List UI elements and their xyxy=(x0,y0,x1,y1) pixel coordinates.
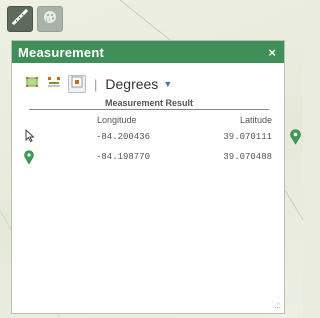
distance-icon xyxy=(47,75,61,94)
measure-tool-button[interactable] xyxy=(7,6,33,32)
map-marker-pin-icon[interactable] xyxy=(290,129,301,150)
row-1-latitude: 39.070111 xyxy=(223,132,272,142)
row-2-longitude: -84.198770 xyxy=(96,152,151,162)
panel-title: Measurement xyxy=(18,44,105,60)
result-header: Measurement Result xyxy=(29,98,269,110)
measurement-panel: Measurement × | Degrees ▼ Measurement Re… xyxy=(11,40,285,314)
map-toolbar xyxy=(7,6,63,32)
close-button[interactable]: × xyxy=(268,45,276,60)
area-tool-button[interactable] xyxy=(24,76,40,92)
resize-handle[interactable]: .:: xyxy=(274,301,281,310)
location-tool-button[interactable] xyxy=(68,75,86,93)
panel-header: Measurement × xyxy=(12,41,284,63)
measurement-tools: | Degrees ▼ xyxy=(24,75,172,93)
location-icon xyxy=(70,75,84,94)
map-pin-icon xyxy=(24,150,34,168)
unit-label: Degrees xyxy=(105,76,159,92)
palette-icon xyxy=(42,9,58,30)
chevron-down-icon: ▼ xyxy=(163,79,173,89)
latitude-column-header: Latitude xyxy=(239,115,272,125)
toolbar-separator: | xyxy=(94,76,98,92)
distance-tool-button[interactable] xyxy=(46,76,62,92)
area-icon xyxy=(25,75,39,94)
row-1-longitude: -84.200436 xyxy=(96,132,151,142)
cursor-icon xyxy=(25,128,35,145)
draw-tool-button[interactable] xyxy=(37,6,63,32)
ruler-icon xyxy=(11,8,29,30)
row-2-latitude: 39.070488 xyxy=(223,152,272,162)
longitude-column-header: Longitude xyxy=(97,115,137,125)
unit-dropdown[interactable]: Degrees ▼ xyxy=(105,76,172,92)
